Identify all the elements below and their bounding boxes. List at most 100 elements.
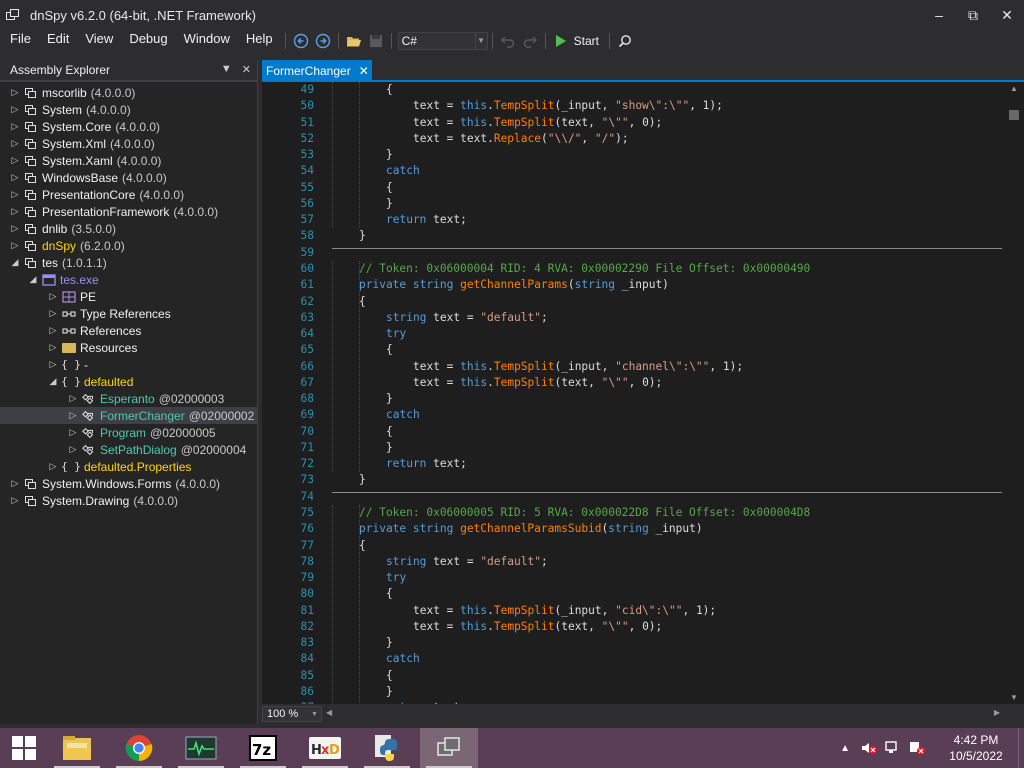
tree-item[interactable]: ▷ System.Xaml (4.0.0.0) [0,152,258,169]
save-all-button[interactable] [365,30,387,52]
volume-muted-icon[interactable] [860,740,878,756]
menu-file[interactable]: File [2,30,39,52]
start-debugging-button[interactable]: Start [555,34,599,48]
tree-item[interactable]: ▷{ } defaulted.Properties [0,458,258,475]
minimize-button[interactable]: – [922,0,956,30]
open-button[interactable] [343,30,365,52]
show-desktop-button[interactable] [1018,728,1024,768]
collapsed-arrow-icon[interactable]: ▷ [48,359,58,370]
menu-help[interactable]: Help [238,30,281,52]
collapsed-arrow-icon[interactable]: ▷ [48,291,58,302]
security-alert-icon[interactable] [908,740,926,756]
collapsed-arrow-icon[interactable]: ▷ [48,325,58,336]
taskbar-7zip[interactable]: 7z [234,728,292,768]
code-text: { [386,587,393,601]
tree-item[interactable]: ▷ System.Drawing (4.0.0.0) [0,492,258,509]
maximize-button[interactable]: ⧉ [956,0,990,30]
tree-item[interactable]: ▷ System.Windows.Forms (4.0.0.0) [0,475,258,492]
windows-start-button[interactable] [0,728,48,768]
scroll-right-icon[interactable]: ▶ [994,708,1000,717]
vertical-scrollbar[interactable]: ▲ ▼ [1004,82,1024,704]
expanded-arrow-icon[interactable]: ◢ [10,257,20,268]
collapsed-arrow-icon[interactable]: ▷ [68,393,78,404]
collapsed-arrow-icon[interactable]: ▷ [10,138,20,149]
taskbar-clock[interactable]: 4:42 PM 10/5/2022 [934,732,1018,764]
tree-item[interactable]: ▷ mscorlib (4.0.0.0) [0,84,258,101]
scroll-down-icon[interactable]: ▼ [1004,693,1024,702]
collapsed-arrow-icon[interactable]: ▷ [48,342,58,353]
menu-view[interactable]: View [77,30,121,52]
scroll-left-icon[interactable]: ◀ [326,708,332,717]
expanded-arrow-icon[interactable]: ◢ [48,376,58,387]
search-button[interactable] [614,30,636,52]
scrollbar-thumb[interactable] [1009,110,1019,120]
collapsed-arrow-icon[interactable]: ▷ [10,240,20,251]
collapsed-arrow-icon[interactable]: ▷ [10,189,20,200]
close-tab-icon[interactable]: ✕ [359,64,369,78]
tree-item[interactable]: ▷ dnSpy (6.2.0.0) [0,237,258,254]
panel-menu-icon[interactable]: ▼ [221,63,232,76]
folder-icon [62,342,76,353]
redo-button[interactable] [519,30,541,52]
taskbar-dnspy[interactable] [420,728,478,768]
menu-debug[interactable]: Debug [121,30,175,52]
navigate-back-button[interactable] [290,30,312,52]
taskbar-hxd[interactable]: HxD [296,728,354,768]
taskbar-task-manager[interactable] [172,728,230,768]
task-manager-icon [185,736,217,760]
tree-item[interactable]: ▷ References [0,322,258,339]
collapsed-arrow-icon[interactable]: ▷ [10,155,20,166]
tree-item[interactable]: ▷ SetPathDialog @02000004 [0,441,258,458]
navigate-forward-button[interactable] [312,30,334,52]
menu-edit[interactable]: Edit [39,30,77,52]
collapsed-arrow-icon[interactable]: ▷ [10,223,20,234]
code-editor[interactable]: 49 {50 text = this.TempSplit(_input, "show… [262,82,1004,704]
collapsed-arrow-icon[interactable]: ▷ [10,172,20,183]
tree-item[interactable]: ▷ Type References [0,305,258,322]
taskbar-python[interactable] [358,728,416,768]
collapsed-arrow-icon[interactable]: ▷ [68,410,78,421]
tree-item[interactable]: ▷ Program @02000005 [0,424,258,441]
collapsed-arrow-icon[interactable]: ▷ [68,444,78,455]
zoom-select[interactable]: 100 % ▼ [262,706,322,722]
collapsed-arrow-icon[interactable]: ▷ [68,427,78,438]
collapsed-arrow-icon[interactable]: ▷ [48,308,58,319]
tree-item[interactable]: ▷ WindowsBase (4.0.0.0) [0,169,258,186]
tree-item[interactable]: ▷ PE [0,288,258,305]
tree-item[interactable]: ◢ tes (1.0.1.1) [0,254,258,271]
collapsed-arrow-icon[interactable]: ▷ [10,121,20,132]
code-line: 73} [262,472,1004,488]
collapsed-arrow-icon[interactable]: ▷ [10,104,20,115]
taskbar-file-explorer[interactable] [48,728,106,768]
tree-item-detail: @02000004 [180,442,247,457]
collapsed-arrow-icon[interactable]: ▷ [10,478,20,489]
collapsed-arrow-icon[interactable]: ▷ [10,206,20,217]
undo-button[interactable] [497,30,519,52]
expanded-arrow-icon[interactable]: ◢ [28,274,38,285]
tree-item[interactable]: ▷ System.Core (4.0.0.0) [0,118,258,135]
collapsed-arrow-icon[interactable]: ▷ [10,87,20,98]
panel-close-icon[interactable]: ✕ [242,63,251,76]
horizontal-scrollbar[interactable]: ◀ ▶ [322,706,1024,722]
tree-item[interactable]: ▷ Esperanto @02000003 [0,390,258,407]
collapsed-arrow-icon[interactable]: ▷ [10,495,20,506]
close-button[interactable]: ✕ [990,0,1024,30]
tree-item[interactable]: ▷{ } - [0,356,258,373]
tree-item[interactable]: ▷ FormerChanger @02000002 [0,407,258,424]
tree-item[interactable]: ◢{ } defaulted [0,373,258,390]
menu-window[interactable]: Window [176,30,238,52]
tab-formerchanger[interactable]: FormerChanger ✕ [262,60,372,82]
scroll-up-icon[interactable]: ▲ [1004,84,1024,93]
network-icon[interactable] [884,740,902,756]
tree-item[interactable]: ▷ System.Xml (4.0.0.0) [0,135,258,152]
show-hidden-icons-icon[interactable]: ▲ [840,743,850,754]
language-select[interactable]: C# ▼ [397,32,488,50]
tree-item[interactable]: ◢ tes.exe [0,271,258,288]
tree-item[interactable]: ▷ dnlib (3.5.0.0) [0,220,258,237]
collapsed-arrow-icon[interactable]: ▷ [48,461,58,472]
tree-item[interactable]: ▷ PresentationFramework (4.0.0.0) [0,203,258,220]
tree-item[interactable]: ▷ Resources [0,339,258,356]
tree-item[interactable]: ▷ PresentationCore (4.0.0.0) [0,186,258,203]
taskbar-chrome[interactable] [110,728,168,768]
tree-item[interactable]: ▷ System (4.0.0.0) [0,101,258,118]
